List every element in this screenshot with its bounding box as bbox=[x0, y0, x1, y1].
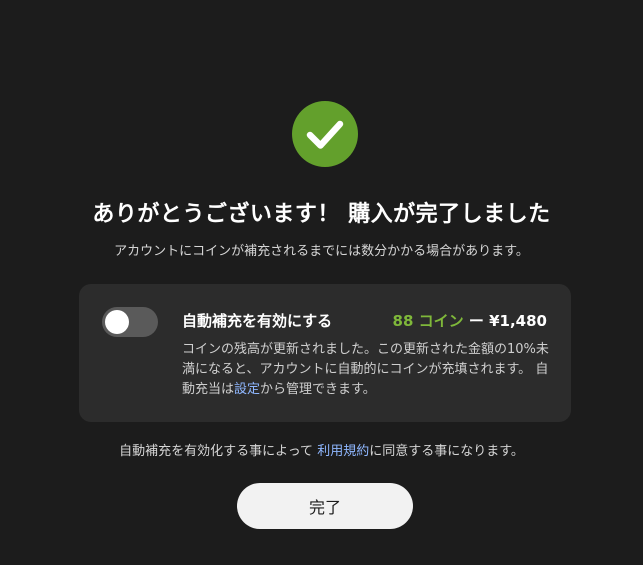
check-circle-icon bbox=[292, 101, 358, 167]
description-text-2: から管理できます。 bbox=[260, 382, 376, 397]
toggle-knob bbox=[105, 310, 129, 334]
autofill-toggle[interactable] bbox=[102, 307, 158, 337]
done-button[interactable]: 完了 bbox=[237, 483, 413, 529]
autofill-card: 自動補充を有効にする 88 コイン ー ¥1,480 コインの残高が更新されまし… bbox=[79, 284, 571, 422]
success-subtitle: アカウントにコインが補充されるまでには数分かかる場合があります。 bbox=[114, 244, 529, 259]
terms-prefix: 自動補充を有効化する事によって bbox=[119, 444, 318, 459]
purchase-complete-dialog: ありがとうございます！ 購入が完了しました アカウントにコインが補充されるまでに… bbox=[0, 0, 643, 565]
price-separator: ー bbox=[468, 312, 484, 330]
autofill-description: コインの残高が更新されました。この更新された金額の10%未満になると、アカウント… bbox=[182, 340, 550, 400]
terms-suffix: に同意する事になります。 bbox=[369, 444, 524, 459]
autofill-label: 自動補充を有効にする bbox=[182, 312, 333, 330]
autofill-price: 88 コイン ー ¥1,480 bbox=[393, 310, 547, 331]
price-amount: ¥1,480 bbox=[489, 312, 547, 330]
coin-amount: 88 コイン bbox=[392, 312, 464, 330]
success-title: ありがとうございます！ 購入が完了しました bbox=[92, 202, 551, 227]
terms-of-use-link[interactable]: 利用規約 bbox=[317, 444, 369, 459]
terms-notice: 自動補充を有効化する事によって 利用規約に同意する事になります。 bbox=[0, 440, 643, 459]
settings-link[interactable]: 設定 bbox=[234, 382, 260, 397]
